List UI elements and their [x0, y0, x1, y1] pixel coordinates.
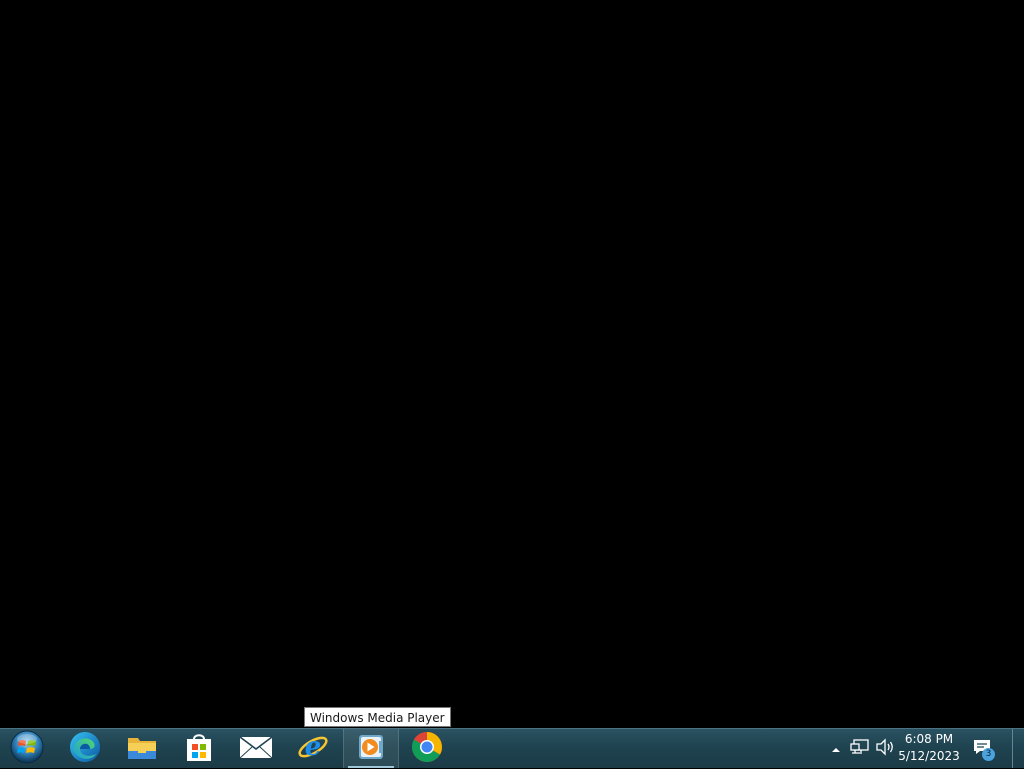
taskbar-edge[interactable]	[58, 729, 112, 768]
taskbar-chrome[interactable]	[400, 729, 454, 768]
network-icon	[850, 738, 870, 760]
tray-volume-button[interactable]	[874, 729, 896, 768]
tray-network-button[interactable]	[848, 729, 872, 768]
chevron-up-icon	[831, 739, 841, 758]
show-desktop-button[interactable]	[1012, 729, 1024, 768]
notification-count-badge: 3	[982, 748, 995, 761]
taskbar-windows-media-player[interactable]	[343, 729, 399, 768]
taskbar-clock[interactable]: 6:08 PM 5/12/2023	[896, 729, 962, 768]
chrome-icon	[410, 730, 444, 768]
internet-explorer-icon: e	[296, 730, 330, 768]
action-center-button[interactable]	[966, 729, 998, 768]
clock-time: 6:08 PM	[904, 732, 954, 746]
taskbar-mail[interactable]	[229, 729, 283, 768]
taskbar-internet-explorer[interactable]: e	[286, 729, 340, 768]
speaker-icon	[875, 737, 895, 760]
taskbar-file-explorer[interactable]	[115, 729, 169, 768]
start-button[interactable]	[0, 729, 54, 768]
mail-envelope-icon	[239, 734, 273, 764]
media-player-icon	[356, 732, 386, 766]
desktop-background[interactable]	[0, 0, 1024, 728]
folder-icon	[126, 732, 158, 766]
windows-start-orb-icon	[9, 729, 45, 769]
store-bag-icon	[184, 731, 214, 767]
svg-text:e: e	[305, 732, 322, 762]
taskbar-tooltip: Windows Media Player	[304, 707, 451, 727]
tray-overflow-button[interactable]	[828, 729, 844, 768]
taskbar: e 6:08 PM 5/12/2023 3	[0, 728, 1024, 768]
clock-date: 5/12/2023	[898, 749, 960, 763]
edge-icon	[68, 730, 102, 768]
taskbar-store[interactable]	[172, 729, 226, 768]
